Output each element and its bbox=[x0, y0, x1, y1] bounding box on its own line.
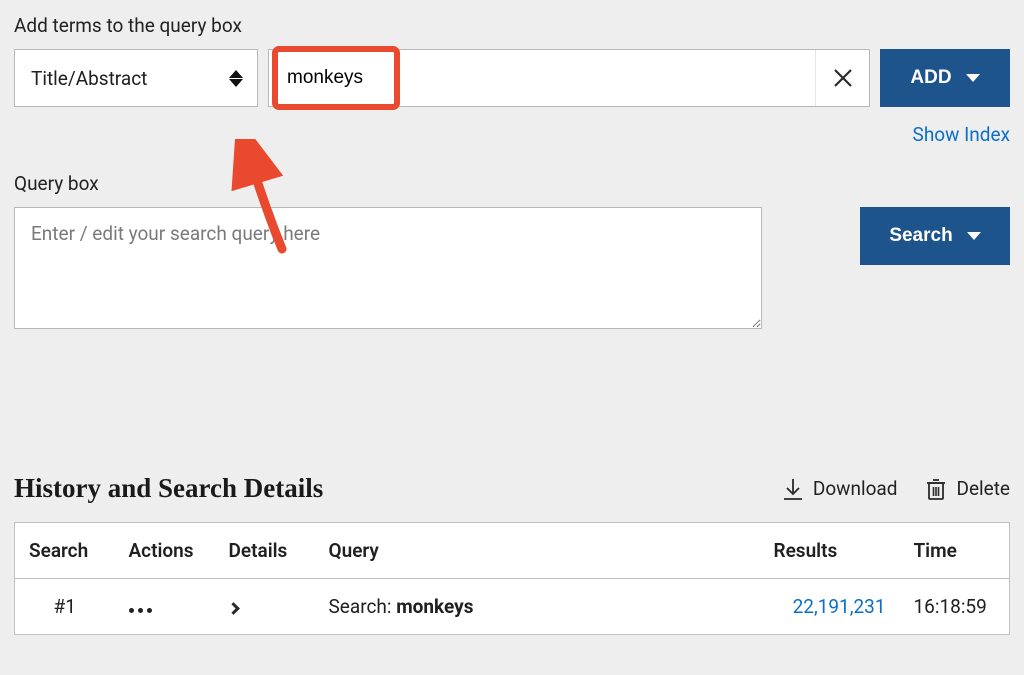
row-results-link[interactable]: 22,191,231 bbox=[793, 595, 886, 618]
query-textarea[interactable] bbox=[14, 207, 762, 329]
col-actions-header: Actions bbox=[115, 523, 215, 579]
col-results-header: Results bbox=[760, 523, 900, 579]
download-label: Download bbox=[813, 477, 898, 500]
row-details-expand[interactable] bbox=[227, 602, 240, 615]
download-button[interactable]: Download bbox=[782, 477, 898, 501]
show-index-row: Show Index bbox=[14, 123, 1010, 146]
trash-icon bbox=[925, 477, 947, 501]
delete-button[interactable]: Delete bbox=[925, 477, 1010, 501]
sort-icon bbox=[229, 70, 243, 87]
clear-term-button[interactable] bbox=[815, 50, 869, 106]
search-button[interactable]: Search bbox=[860, 207, 1010, 265]
row-actions-button[interactable] bbox=[129, 608, 152, 613]
table-header-row: Search Actions Details Query Results Tim… bbox=[15, 523, 1010, 579]
col-search-header: Search bbox=[15, 523, 115, 579]
col-query-header: Query bbox=[315, 523, 760, 579]
term-input-wrap bbox=[268, 49, 870, 107]
history-actions: Download Delete bbox=[782, 477, 1010, 501]
field-select[interactable]: Title/Abstract bbox=[14, 49, 258, 107]
table-row: #1 Search: monkeys 22,191,231 16:18:59 bbox=[15, 579, 1010, 635]
query-box-label: Query box bbox=[14, 172, 1010, 195]
add-terms-row: Title/Abstract ADD bbox=[14, 49, 1010, 107]
show-index-link[interactable]: Show Index bbox=[913, 123, 1010, 146]
delete-label: Delete bbox=[956, 477, 1010, 500]
row-time: 16:18:59 bbox=[900, 579, 1010, 635]
row-query-prefix: Search: bbox=[329, 595, 397, 618]
close-icon bbox=[832, 67, 854, 89]
add-terms-label: Add terms to the query box bbox=[14, 14, 1010, 37]
history-header: History and Search Details Download Dele… bbox=[14, 473, 1010, 504]
col-details-header: Details bbox=[215, 523, 315, 579]
term-input[interactable] bbox=[279, 50, 869, 106]
chevron-down-icon bbox=[966, 74, 980, 82]
add-button-label: ADD bbox=[910, 67, 951, 89]
query-row: Search bbox=[14, 207, 1010, 329]
row-query-cell: Search: monkeys bbox=[315, 579, 760, 635]
search-button-label: Search bbox=[889, 225, 952, 247]
row-query-term: monkeys bbox=[396, 595, 473, 618]
add-button[interactable]: ADD bbox=[880, 49, 1010, 107]
chevron-down-icon bbox=[967, 232, 981, 240]
row-search-number: #1 bbox=[15, 579, 115, 635]
history-table: Search Actions Details Query Results Tim… bbox=[14, 522, 1010, 635]
col-time-header: Time bbox=[900, 523, 1010, 579]
field-select-value: Title/Abstract bbox=[31, 67, 147, 90]
history-title: History and Search Details bbox=[14, 473, 323, 504]
download-icon bbox=[782, 477, 804, 501]
